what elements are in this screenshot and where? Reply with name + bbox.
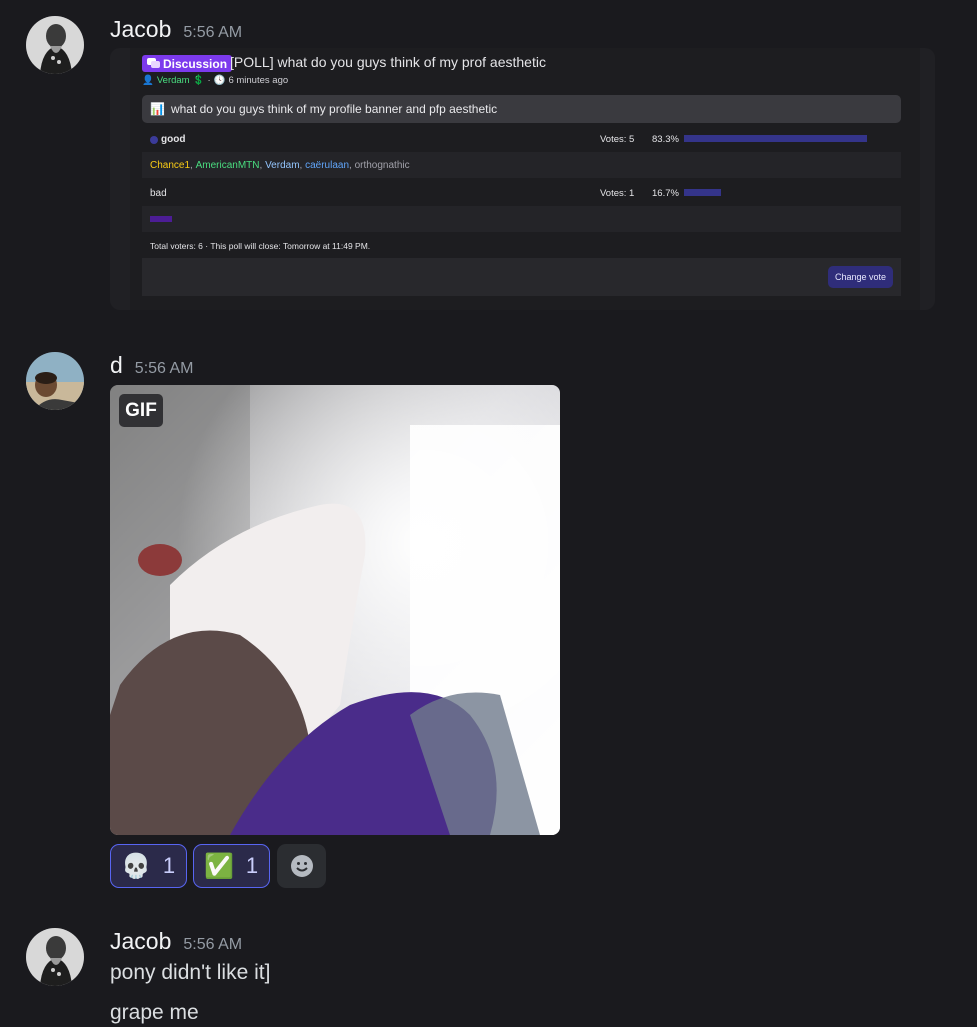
option-bar — [684, 189, 721, 196]
author-badge: 💲 — [192, 75, 205, 86]
skull-icon: 💀 — [121, 852, 151, 880]
bar-chart-icon: 📊 — [150, 102, 165, 116]
option-percent: 83.3% — [652, 134, 679, 145]
option-label-wrap: bad — [150, 188, 167, 199]
poll-option-good[interactable]: good Votes: 5 83.3% — [142, 126, 901, 152]
voter-name: caërulaan — [305, 159, 350, 171]
clock-icon: 🕓 — [213, 75, 226, 86]
thread-age: 6 minutes ago — [228, 75, 289, 86]
change-vote-button[interactable]: Change vote — [827, 266, 893, 288]
radio-icon — [150, 135, 158, 144]
gif-frame — [110, 385, 560, 835]
gif-attachment[interactable] — [110, 385, 560, 835]
thread-author: Verdam — [156, 75, 190, 86]
username[interactable]: d — [110, 352, 123, 379]
voter-name-obscured — [150, 216, 172, 222]
poll-card: Discussion [POLL] what do you guys think… — [130, 48, 920, 310]
message-line: grape me — [110, 1001, 199, 1024]
vote-box: Change vote — [142, 258, 901, 296]
option-label: good — [161, 134, 186, 145]
voter-name: Chance1 — [150, 159, 191, 171]
timestamp: 5:56 AM — [183, 24, 243, 41]
discussion-tag-label: Discussion — [163, 56, 228, 71]
voter-name: Verdam — [265, 159, 300, 171]
chat-bubbles-icon — [147, 58, 160, 68]
voter-name: AmericanMTN — [195, 159, 260, 171]
reaction-check[interactable]: ✅ 1 — [193, 844, 270, 888]
add-reaction-button[interactable] — [277, 844, 326, 888]
poll-footer: Total voters: 6 · This poll will close: … — [150, 241, 371, 251]
poll-option-bad[interactable]: bad Votes: 1 16.7% — [142, 180, 901, 206]
poll-question: 📊 what do you guys think of my profile b… — [142, 95, 901, 123]
discussion-tag: Discussion — [142, 55, 233, 72]
separator: · — [207, 75, 211, 86]
reaction-count: 1 — [245, 853, 259, 878]
avatar-jacob[interactable] — [26, 16, 84, 74]
username[interactable]: Jacob — [110, 16, 171, 43]
avatar-d[interactable] — [26, 352, 84, 410]
avatar-jacob[interactable] — [26, 928, 84, 986]
gif-badge: GIF — [119, 394, 163, 427]
reaction-count: 1 — [162, 853, 176, 878]
poll-screenshot-embed[interactable]: Discussion [POLL] what do you guys think… — [110, 48, 935, 310]
voters-good: Chance1, AmericanMTN, Verdam, caërulaan,… — [142, 152, 901, 178]
check-mark-icon: ✅ — [204, 852, 234, 880]
voters-bad — [142, 206, 901, 232]
option-percent: 16.7% — [652, 188, 679, 199]
message-line: pony didn't like it] — [110, 961, 271, 984]
reaction-skull[interactable]: 💀 1 — [110, 844, 187, 888]
option-label-wrap: good — [150, 134, 185, 145]
smiley-icon — [290, 855, 313, 877]
option-votes: Votes: 1 — [600, 188, 635, 199]
option-label: bad — [150, 188, 167, 199]
username[interactable]: Jacob — [110, 928, 171, 955]
thread-meta: 👤 Verdam 💲 · 🕓 6 minutes ago — [142, 75, 288, 86]
voter-name: orthognathic — [354, 159, 410, 171]
option-bar — [684, 135, 867, 142]
user-icon: 👤 — [142, 75, 154, 86]
option-votes: Votes: 5 — [600, 134, 635, 145]
timestamp: 5:56 AM — [134, 360, 194, 377]
timestamp: 5:56 AM — [183, 936, 243, 953]
thread-title: [POLL] what do you guys think of my prof… — [230, 54, 546, 70]
poll-question-text: what do you guys think of my profile ban… — [170, 102, 498, 116]
